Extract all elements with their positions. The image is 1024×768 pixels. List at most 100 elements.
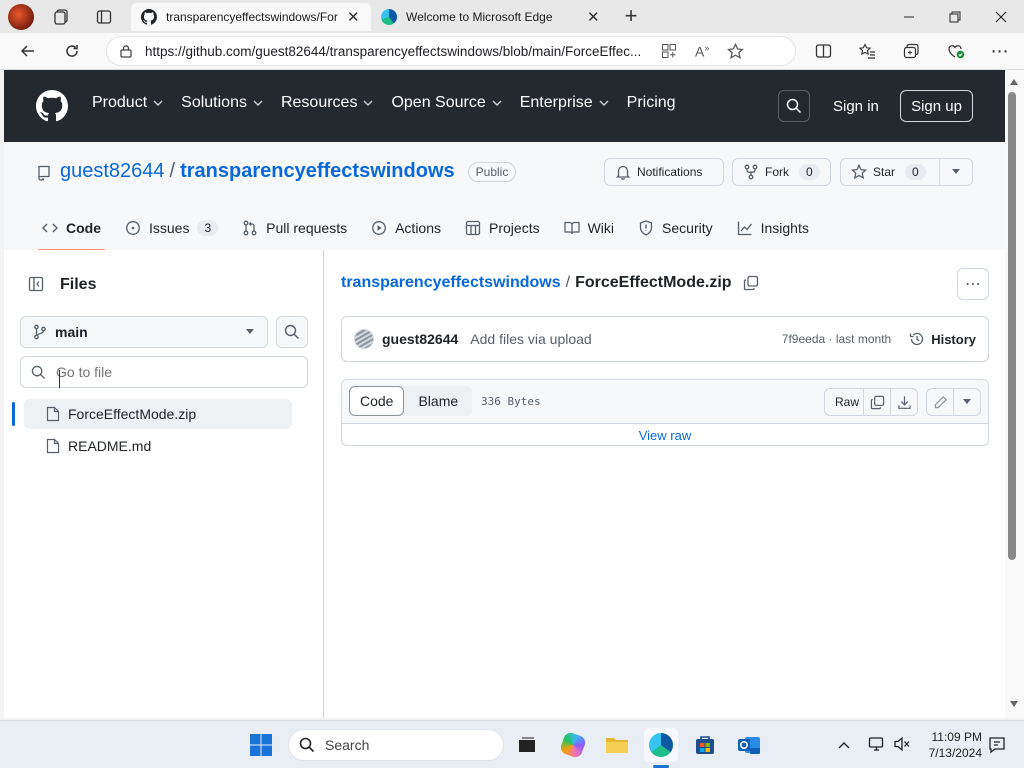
back-button[interactable] [12, 36, 44, 66]
app-available-icon[interactable] [661, 43, 677, 59]
tab-code[interactable]: Code [38, 210, 105, 251]
start-button[interactable] [244, 728, 278, 762]
star-button[interactable]: Star 0 [840, 158, 940, 186]
tab-insights[interactable]: Insights [737, 210, 809, 246]
address-bar[interactable]: https://github.com/guest82644/transparen… [106, 36, 796, 66]
go-to-file-field[interactable] [56, 364, 286, 380]
lock-icon[interactable] [119, 44, 133, 58]
nav-open-source[interactable]: Open Source [391, 94, 502, 112]
commit-author[interactable]: guest82644 [382, 331, 458, 347]
nav-label: Pricing [626, 94, 676, 111]
edit-file-button[interactable] [926, 388, 954, 416]
browser-tab-edge-welcome[interactable]: Welcome to Microsoft Edge ✕ [371, 3, 611, 31]
tab-projects[interactable]: Projects [465, 210, 540, 246]
header-search-button[interactable] [778, 90, 810, 122]
browser-profile-avatar[interactable] [8, 4, 34, 30]
clock[interactable]: 11:09 PM 7/13/2024 [918, 729, 982, 761]
speaker-muted-icon[interactable] [893, 736, 911, 752]
file-tree-item[interactable]: README.md [24, 431, 292, 461]
outlook-icon[interactable] [732, 728, 766, 762]
tab-wiki[interactable]: Wiki [563, 210, 614, 246]
page-scrollbar[interactable] [1005, 70, 1024, 718]
nav-pricing[interactable]: Pricing [627, 94, 676, 112]
commit-message[interactable]: Add files via upload [470, 331, 591, 347]
fork-label: Fork [765, 165, 789, 179]
sign-in-link[interactable]: Sign in [833, 98, 879, 115]
fork-icon [744, 164, 758, 180]
read-aloud-icon[interactable]: A» [695, 43, 709, 60]
history-button[interactable]: History [909, 331, 976, 347]
file-icon [46, 406, 60, 422]
breadcrumb-repo-link[interactable]: transparencyeffectswindows [341, 274, 561, 292]
settings-more-icon[interactable]: ⋯ [984, 36, 1016, 66]
notification-icon[interactable] [988, 736, 1006, 754]
tab-pull-requests[interactable]: Pull requests [242, 210, 347, 246]
nav-label: Product [92, 94, 148, 111]
nav-product[interactable]: Product [92, 94, 163, 112]
repo-icon [38, 165, 50, 181]
github-logo-icon[interactable] [36, 90, 68, 122]
browser-tab-github[interactable]: transparencyeffectswindows/For ✕ [131, 3, 371, 31]
tab-label: Security [662, 220, 713, 236]
tab-actions-icon[interactable] [92, 6, 116, 28]
fork-button[interactable]: Fork 0 [732, 158, 831, 186]
fork-count: 0 [799, 164, 820, 180]
favorites-icon[interactable] [851, 36, 883, 66]
taskbar-search-box[interactable]: Search [288, 729, 504, 761]
tab-actions[interactable]: Actions [371, 210, 441, 246]
close-window-button[interactable] [978, 0, 1024, 33]
chevron-up-icon[interactable] [838, 741, 850, 749]
scroll-up-arrow-icon[interactable] [1009, 78, 1019, 86]
collapse-sidebar-button[interactable] [22, 270, 50, 298]
commit-meta[interactable]: 7f9eeda · last month [782, 332, 891, 346]
browser-essentials-icon[interactable] [940, 36, 972, 66]
edge-taskbar-icon[interactable] [644, 728, 678, 762]
workspaces-icon[interactable] [50, 6, 74, 28]
edit-dropdown-button[interactable] [953, 388, 981, 416]
minimize-button[interactable] [886, 0, 932, 33]
branch-selector[interactable]: main [20, 316, 268, 348]
scrollbar-thumb[interactable] [1008, 92, 1016, 560]
file-explorer-icon[interactable] [600, 728, 634, 762]
star-dropdown-button[interactable] [939, 158, 973, 186]
store-icon[interactable] [688, 728, 722, 762]
restore-button[interactable] [932, 0, 978, 33]
nav-enterprise[interactable]: Enterprise [520, 94, 609, 112]
refresh-button[interactable] [56, 36, 88, 66]
repo-name-link[interactable]: transparencyeffectswindows [180, 160, 455, 183]
tab-issues[interactable]: Issues 3 [125, 210, 219, 246]
download-raw-button[interactable] [890, 388, 918, 416]
nav-solutions[interactable]: Solutions [181, 94, 263, 112]
blame-view-button[interactable]: Blame [404, 386, 472, 416]
breadcrumb-file-name: ForceEffectMode.zip [575, 274, 732, 291]
new-tab-button[interactable]: + [618, 3, 644, 28]
avatar[interactable] [354, 329, 374, 349]
scroll-down-arrow-icon[interactable] [1009, 700, 1019, 708]
sign-up-button[interactable]: Sign up [900, 90, 973, 122]
file-tree-item[interactable]: ForceEffectMode.zip [24, 399, 292, 429]
nav-resources[interactable]: Resources [281, 94, 373, 112]
go-to-file-input[interactable] [20, 356, 308, 388]
close-tab-icon[interactable]: ✕ [587, 8, 600, 26]
copilot-icon[interactable] [556, 728, 590, 762]
copy-raw-button[interactable] [863, 388, 891, 416]
tab-security[interactable]: Security [638, 210, 713, 246]
search-icon [786, 98, 802, 114]
code-view-button[interactable]: Code [349, 386, 405, 416]
close-tab-icon[interactable]: ✕ [347, 8, 360, 26]
copy-path-icon[interactable] [743, 275, 759, 291]
search-files-button[interactable] [276, 316, 308, 348]
chevron-down-icon [363, 100, 373, 106]
split-screen-icon[interactable] [807, 36, 839, 66]
view-mode-switch: Code Blame [349, 386, 473, 416]
notifications-button[interactable]: Notifications [604, 158, 724, 186]
url-text[interactable]: https://github.com/guest82644/transparen… [145, 44, 645, 59]
task-view-icon[interactable] [510, 728, 544, 762]
network-icon[interactable] [868, 736, 886, 752]
repo-owner-link[interactable]: guest82644 [60, 160, 165, 183]
favorite-star-icon[interactable] [727, 42, 745, 60]
more-options-button[interactable]: ⋯ [957, 268, 989, 300]
view-raw-link[interactable]: View raw [342, 428, 988, 443]
notifications-label: Notifications [637, 165, 703, 179]
collections-icon[interactable] [895, 36, 927, 66]
